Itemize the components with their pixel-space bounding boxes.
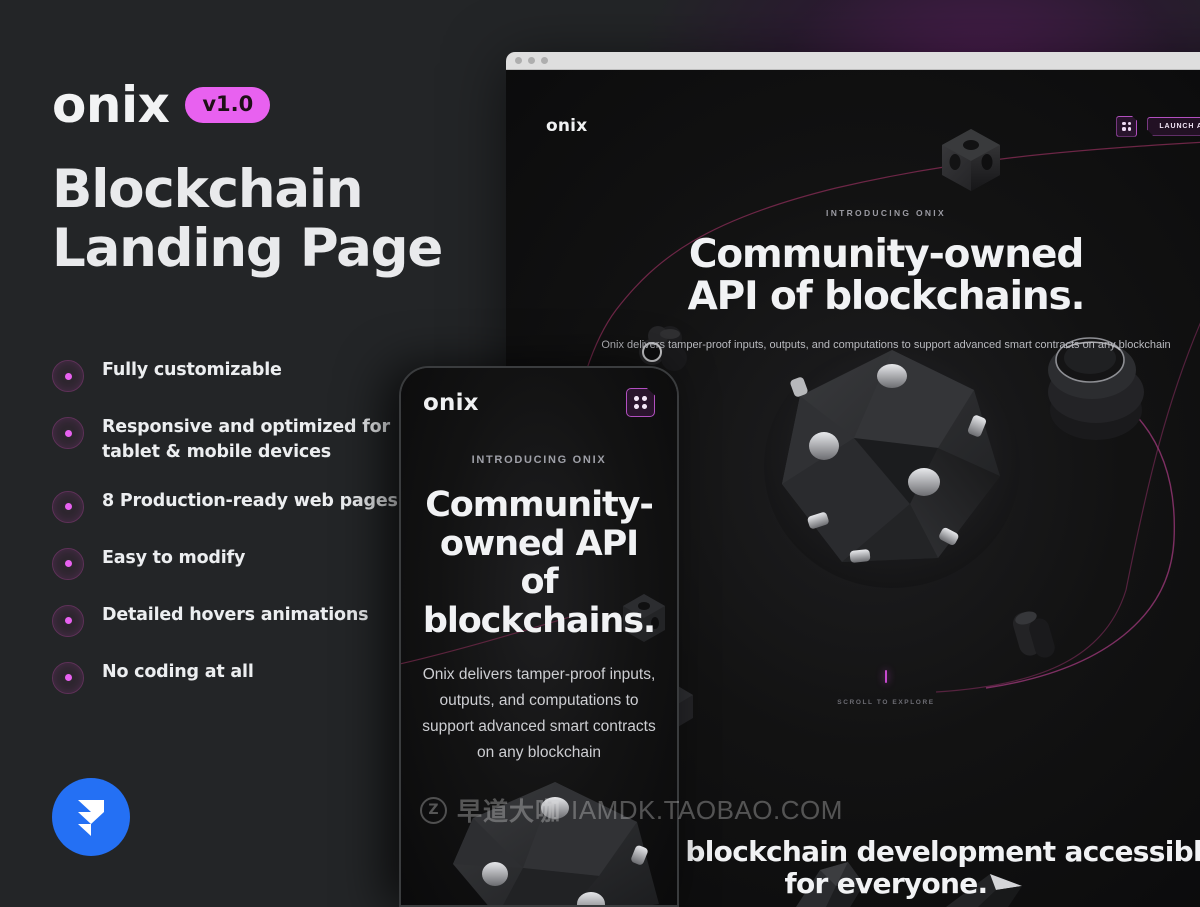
browser-navbar: onix LAUNCH APP xyxy=(506,106,1200,146)
promo-screenshot: onix LAUNCH APP INTRODUCING ONIX Communi… xyxy=(0,0,1200,907)
promo-logo-row: onix v1.0 xyxy=(52,76,271,134)
framer-badge xyxy=(52,778,130,856)
bullet-dot-icon xyxy=(52,547,84,580)
browser-nav-actions: LAUNCH APP xyxy=(1116,115,1200,137)
browser-chrome-bar xyxy=(506,52,1200,70)
promo-title-line2: Landing Page xyxy=(52,218,443,280)
bullet-dot-icon xyxy=(52,604,84,637)
phone-hero-heading: Community-owned API of blockchains. xyxy=(422,485,656,641)
feature-item: Fully customizable xyxy=(52,358,452,392)
feature-item: Easy to modify xyxy=(52,546,452,580)
grid-dot xyxy=(1128,127,1132,131)
traffic-light-close-icon[interactable] xyxy=(515,57,522,64)
bullet-dot-icon xyxy=(52,661,84,694)
grid-dot xyxy=(1122,121,1126,125)
scroll-indicator-icon xyxy=(885,670,887,683)
version-badge: v1.0 xyxy=(185,87,271,123)
browser-hero-eyebrow: INTRODUCING ONIX xyxy=(826,208,946,218)
phone-mockup: onix INTRODUCING ONIX Community-owned AP… xyxy=(399,366,679,907)
grid-dot xyxy=(1128,121,1132,125)
phone-polyhedron-3d-object xyxy=(453,782,659,905)
feature-item: Detailed hovers animations xyxy=(52,603,452,637)
browser-heading-line1: Community-owned xyxy=(688,232,1084,277)
grid-dot xyxy=(1122,127,1126,131)
promo-title-line1: Blockchain xyxy=(52,159,364,220)
grid-dot xyxy=(634,396,639,401)
browser-hero-heading: Community-owned API of blockchains. xyxy=(586,234,1186,317)
phone-logo[interactable]: onix xyxy=(423,390,479,416)
traffic-light-minimize-icon[interactable] xyxy=(528,57,535,64)
promo-title: Blockchain Landing Page xyxy=(52,160,472,279)
phone-viewport: onix INTRODUCING ONIX Community-owned AP… xyxy=(401,368,677,905)
feature-label: Easy to modify xyxy=(102,547,246,568)
grid-dot xyxy=(642,396,647,401)
browser-hero-subtext: Onix delivers tamper-proof inputs, outpu… xyxy=(601,339,1171,352)
polyhedron-3d-object xyxy=(764,344,1020,588)
feature-item: No coding at all xyxy=(52,660,452,694)
feature-label: Responsive and optimized for tablet & mo… xyxy=(102,417,390,463)
phone-hero-eyebrow: INTRODUCING ONIX xyxy=(471,454,607,466)
capsule-3d-object xyxy=(1012,611,1055,658)
grid-dot xyxy=(634,404,639,409)
bullet-dot-icon xyxy=(52,490,84,523)
phone-grid-menu-icon[interactable] xyxy=(626,388,655,417)
feature-label: Detailed hovers animations xyxy=(102,604,369,625)
traffic-light-maximize-icon[interactable] xyxy=(541,57,548,64)
feature-label: No coding at all xyxy=(102,661,254,682)
feature-item: 8 Production-ready web pages xyxy=(52,489,452,523)
phone-hero-subtext: Onix delivers tamper-proof inputs, outpu… xyxy=(422,666,656,762)
feature-item: Responsive and optimized for tablet & mo… xyxy=(52,415,452,466)
feature-label: Fully customizable xyxy=(102,360,282,380)
framer-logo-icon xyxy=(78,800,104,836)
bullet-dot-icon xyxy=(52,360,84,392)
bullet-dot-icon xyxy=(52,417,84,449)
browser-logo[interactable]: onix xyxy=(546,116,587,136)
browser-heading-line2: API of blockchains. xyxy=(687,273,1086,319)
browser-hero: INTRODUCING ONIX Community-owned API of … xyxy=(506,208,1200,355)
grid-menu-icon[interactable] xyxy=(1116,115,1138,137)
feature-list: Fully customizable Responsive and optimi… xyxy=(52,358,452,717)
grid-dot xyxy=(642,404,647,409)
launch-app-button[interactable]: LAUNCH APP xyxy=(1147,116,1200,136)
phone-navbar: onix xyxy=(401,388,677,417)
phone-hero: INTRODUCING ONIX Community-owned API of … xyxy=(401,454,677,766)
feature-label: 8 Production-ready web pages xyxy=(102,490,398,511)
promo-logo: onix xyxy=(52,76,170,134)
